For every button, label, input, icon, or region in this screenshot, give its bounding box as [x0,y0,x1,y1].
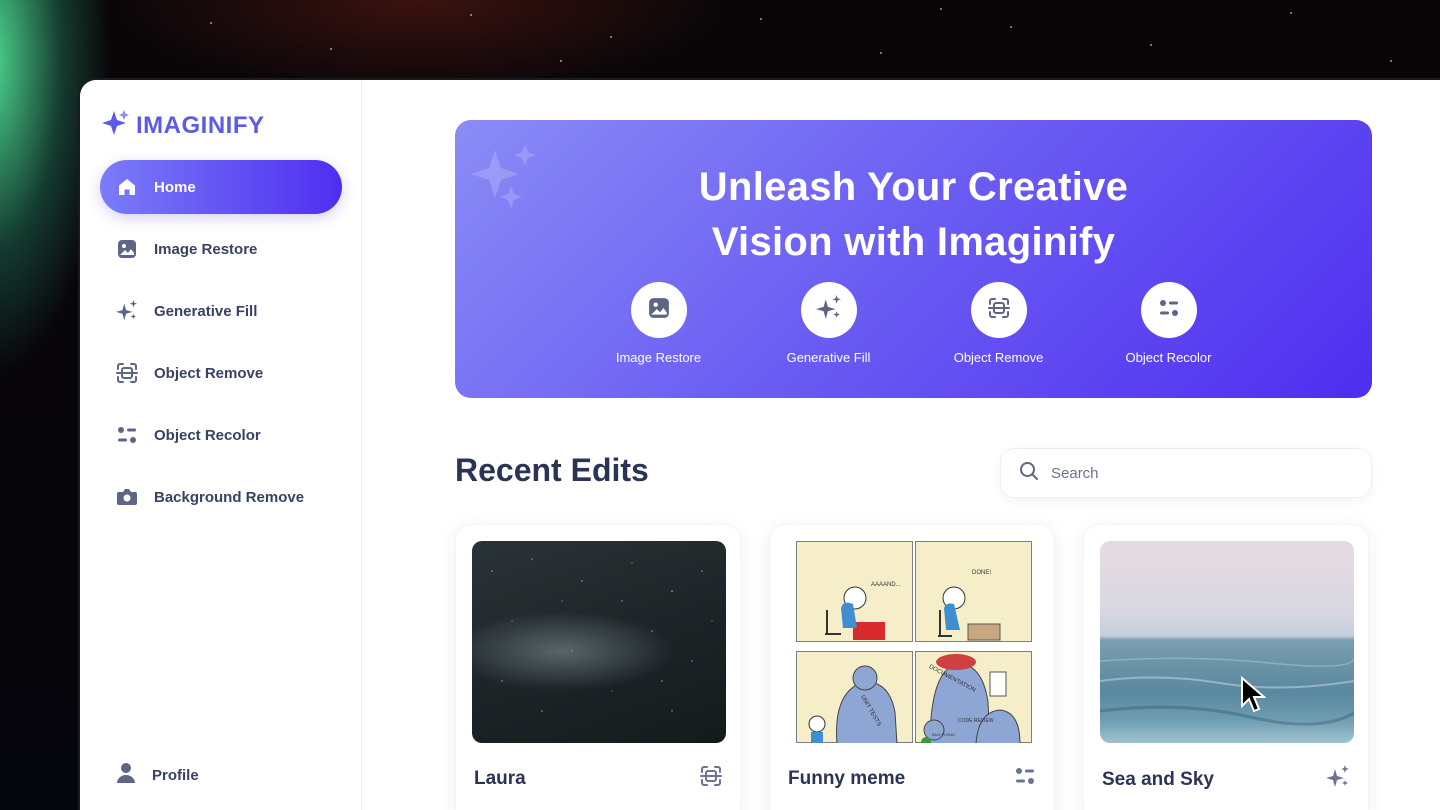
comic-text: CODE REVIEW [958,718,994,724]
sidebar-item-label: Background Remove [154,488,305,506]
quick-link-circle [800,282,857,338]
sidebar-item-background-remove[interactable]: Background Remove [100,470,342,524]
user-icon [116,762,136,788]
filter-icon [1158,297,1180,324]
banner-title-line-2: Vision with Imaginify [711,220,1116,264]
sparkles-icon [116,300,138,322]
recent-edits-title: Recent Edits [455,452,649,488]
sidebar: IMAGINIFY Home Image Restore Generative … [80,80,362,810]
comic-text: BUG FIXING [932,732,956,737]
sparkles-icon [1326,765,1350,794]
image-thumbnail: AAAAND... DONE! UNIT TESTS DOCUMENTATION… [786,541,1040,743]
card-footer: Sea and Sky [1100,765,1352,794]
sidebar-item-object-recolor[interactable]: Object Recolor [100,408,342,462]
quick-link-circle [1140,282,1197,338]
filter-icon [1014,765,1036,792]
sparkles-icon [815,294,842,326]
sidebar-item-profile[interactable]: Profile [116,762,199,788]
search-box[interactable] [1000,448,1372,498]
search-icon [1019,461,1039,486]
sidebar-item-object-remove[interactable]: Object Remove [100,346,342,400]
image-card-funny-meme[interactable]: AAAAND... DONE! UNIT TESTS DOCUMENTATION… [769,524,1055,810]
sidebar-item-label: Home [154,178,196,196]
quick-link-label: Object Recolor [1125,350,1212,365]
app-name: IMAGINIFY [136,111,265,139]
card-footer: Laura [472,765,724,792]
quick-link-object-recolor[interactable]: Object Recolor [1104,282,1234,365]
comic-panel: AAAAND... [796,541,913,642]
scan-icon [700,765,722,792]
mouse-cursor-icon [1240,675,1267,719]
comic-panel: DOCUMENTATION CODE REVIEW BUG FIXING [915,651,1032,743]
banner-title-line-1: Unleash Your Creative [698,165,1129,209]
quick-link-label: Image Restore [615,350,702,365]
image-thumbnail [1100,541,1354,743]
quick-link-circle [630,282,687,338]
scan-icon [116,362,138,384]
sidebar-item-label: Object Remove [154,364,264,382]
card-title: Laura [474,767,526,789]
image-icon [648,297,670,324]
comic-text: DONE! [972,570,992,576]
quick-link-generative-fill[interactable]: Generative Fill [764,282,894,365]
comic-panel: UNIT TESTS [796,651,913,743]
app-window: IMAGINIFY Home Image Restore Generative … [78,78,1440,810]
camera-icon [116,486,138,508]
image-thumbnail [472,541,726,743]
banner-title: Unleash Your Creative Vision with Imagin… [455,160,1372,270]
image-icon [116,238,138,260]
search-input[interactable] [1051,464,1331,482]
sidebar-nav: Home Image Restore Generative Fill Objec… [100,160,342,532]
logo[interactable]: IMAGINIFY [102,110,265,141]
profile-label: Profile [152,766,199,784]
quick-link-label: Generative Fill [786,350,871,365]
sidebar-item-label: Generative Fill [154,302,258,320]
sidebar-item-label: Object Recolor [154,426,261,444]
sidebar-item-image-restore[interactable]: Image Restore [100,222,342,276]
filter-icon [116,424,138,446]
quick-link-image-restore[interactable]: Image Restore [594,282,724,365]
quick-link-label: Object Remove [953,350,1044,365]
card-footer: Funny meme [786,765,1038,792]
card-title: Funny meme [788,767,906,789]
scan-icon [987,297,1010,324]
sidebar-item-generative-fill[interactable]: Generative Fill [100,284,342,338]
quick-links: Image Restore Generative Fill Object Rem… [455,282,1372,365]
quick-link-object-remove[interactable]: Object Remove [934,282,1064,365]
home-icon [116,176,138,198]
comic-text: AAAAND... [871,582,901,588]
comic-panel: DONE! [915,541,1032,642]
quick-link-circle [970,282,1027,338]
image-card-sea-and-sky[interactable]: Sea and Sky [1083,524,1369,810]
image-card-laura[interactable]: Laura [455,524,741,810]
sidebar-item-label: Image Restore [154,240,258,258]
sidebar-item-home[interactable]: Home [100,160,342,214]
hero-banner: Unleash Your Creative Vision with Imagin… [455,120,1372,398]
card-title: Sea and Sky [1102,768,1214,790]
sparkles-logo-icon [102,110,130,141]
recent-edits-grid: Laura AAAAND... DONE! UNIT TESTS DOCUMEN… [455,524,1369,810]
